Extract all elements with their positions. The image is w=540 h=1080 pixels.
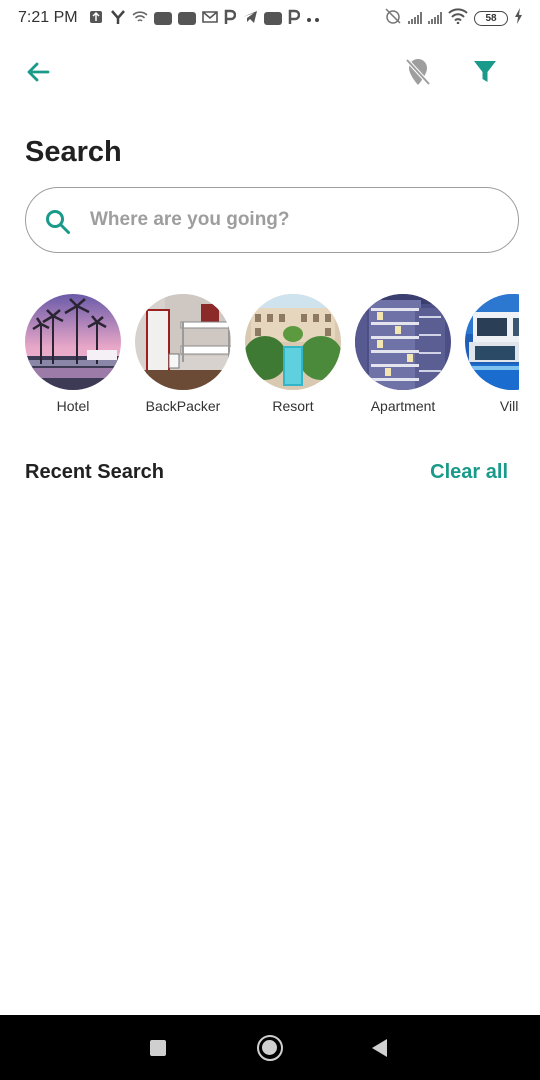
map-button[interactable] xyxy=(402,56,434,88)
gmail-icon xyxy=(201,10,218,27)
category-label: Hotel xyxy=(56,398,90,414)
search-icon xyxy=(46,210,70,234)
charging-icon xyxy=(514,7,524,29)
hotel-image xyxy=(25,294,121,390)
recents-button[interactable] xyxy=(150,1040,166,1056)
youtube-icon xyxy=(263,11,282,25)
category-list: Hotel BackPacker Resort Apartment Vill xyxy=(25,294,519,418)
signal-icon xyxy=(428,12,442,24)
youtube-icon xyxy=(177,11,196,25)
system-nav-bar xyxy=(0,1015,540,1080)
home-button[interactable] xyxy=(257,1035,283,1061)
search-box[interactable] xyxy=(25,187,519,253)
nav-back-button[interactable] xyxy=(372,1039,387,1057)
category-resort[interactable]: Resort xyxy=(245,294,341,414)
signal-icon xyxy=(408,12,422,24)
status-right-icons: 58 xyxy=(384,7,524,30)
status-left-icons xyxy=(88,9,320,28)
category-hotel[interactable]: Hotel xyxy=(25,294,121,414)
recent-search-title: Recent Search xyxy=(25,461,164,483)
search-input[interactable] xyxy=(90,198,490,242)
filter-button[interactable] xyxy=(469,56,501,88)
alarm-off-icon xyxy=(384,7,402,30)
apartment-image xyxy=(355,294,451,390)
p-app-icon xyxy=(288,9,300,28)
p-app-icon xyxy=(224,9,236,28)
more-dots-icon xyxy=(306,11,320,26)
wifi-small-icon xyxy=(132,10,148,27)
arrow-back-icon xyxy=(27,62,50,82)
status-bar: 7:21 PM 58 xyxy=(0,0,540,36)
category-backpacker[interactable]: BackPacker xyxy=(135,294,231,414)
category-label: Villa xyxy=(499,398,519,414)
telegram-icon xyxy=(242,10,258,27)
location-off-icon xyxy=(405,58,431,86)
category-label: Resort xyxy=(272,398,314,414)
back-button[interactable] xyxy=(22,56,54,88)
wifi-icon xyxy=(448,7,468,29)
clear-all-button[interactable]: Clear all xyxy=(430,461,508,484)
status-time: 7:21 PM xyxy=(18,9,78,26)
category-label: Apartment xyxy=(370,398,436,414)
category-villa[interactable]: Villa xyxy=(465,294,519,414)
page-title: Search xyxy=(25,136,122,168)
resort-image xyxy=(245,294,341,390)
category-apartment[interactable]: Apartment xyxy=(355,294,451,414)
battery-icon: 58 xyxy=(474,10,508,26)
category-label: BackPacker xyxy=(145,398,221,414)
app-bar xyxy=(0,44,540,100)
youtube-icon xyxy=(153,11,172,25)
villa-image xyxy=(465,294,519,390)
usb-icon xyxy=(88,9,104,28)
y-app-icon xyxy=(110,9,126,28)
filter-icon xyxy=(474,61,496,82)
backpacker-image xyxy=(135,294,231,390)
